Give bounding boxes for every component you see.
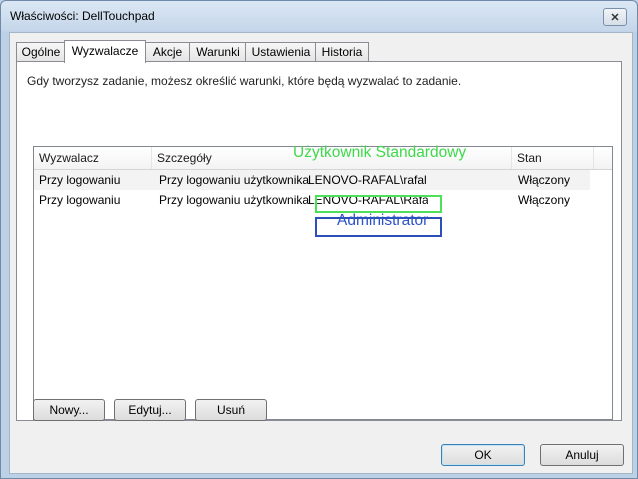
table-row[interactable]: Przy logowaniu Przy logowaniu użytkownik… [34,190,590,210]
table-row[interactable]: Przy logowaniu Przy logowaniu użytkownik… [34,170,590,190]
tab-label: Warunki [196,45,240,59]
status-cell: Włączony [518,173,571,187]
delete-button[interactable]: Usuń [195,399,267,421]
close-button[interactable]: ✕ [603,8,627,26]
edit-button[interactable]: Edytuj... [114,399,186,421]
tab-triggers[interactable]: Wyzwalacze [64,40,146,63]
trigger-cell: Przy logowaniu [39,173,121,187]
details-cell: Przy logowaniu użytkownika [159,173,309,187]
tab-label: Akcje [152,45,183,59]
ok-button[interactable]: OK [441,444,525,466]
tab-actions[interactable]: Akcje [144,42,191,62]
tab-settings[interactable]: Ustawienia [245,42,317,62]
properties-dialog: Właściwości: DellTouchpad ✕ Ogólne Wyzwa… [0,0,638,479]
tab-label: Ustawienia [251,45,311,59]
trigger-cell: Przy logowaniu [39,193,121,207]
triggers-list[interactable]: Wyzwalacz Szczegóły Stan Przy logowaniu … [33,146,613,420]
details-cell: Przy logowaniu użytkownika [159,193,309,207]
tab-history[interactable]: Historia [315,42,369,62]
triggers-panel: Gdy tworzysz zadanie, możesz określić wa… [16,61,622,421]
column-header-status[interactable]: Stan [512,147,594,169]
cancel-button[interactable]: Anuluj [540,444,624,466]
tab-label: Wyzwalacze [71,44,139,58]
admin-annotation: Administrator [337,212,429,229]
standard-user-highlight [315,195,442,213]
tab-label: Ogólne [21,45,61,59]
column-header-trigger[interactable]: Wyzwalacz [34,147,152,169]
title-bar[interactable]: Właściwości: DellTouchpad ✕ [1,1,637,31]
window-title: Właściwości: DellTouchpad [10,9,155,23]
close-icon: ✕ [610,11,620,24]
user-cell: LENOVO-RAFAL\rafal [308,173,427,187]
status-cell: Włączony [518,193,571,207]
dialog-body: Ogólne Wyzwalacze Akcje Warunki Ustawien… [9,32,633,474]
tab-conditions[interactable]: Warunki [189,42,247,62]
new-button[interactable]: Nowy... [33,399,105,421]
panel-description: Gdy tworzysz zadanie, możesz określić wa… [27,74,462,88]
standard-user-annotation: Użytkownik Standardowy [293,144,467,161]
tab-general[interactable]: Ogólne [16,42,66,62]
tab-label: Historia [321,45,363,59]
